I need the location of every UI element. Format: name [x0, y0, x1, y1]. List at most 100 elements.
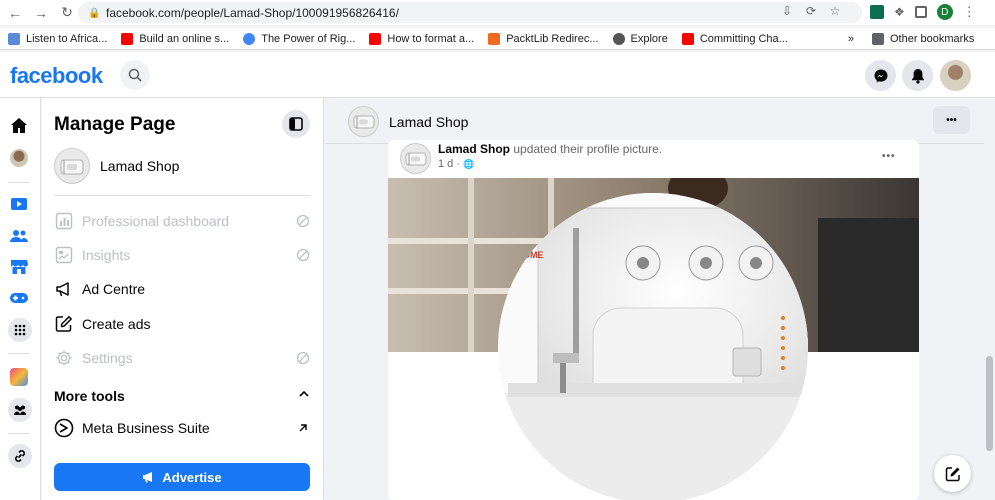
bookmark-item[interactable]: Explore	[612, 30, 668, 48]
youtube-icon	[369, 32, 382, 45]
post-time[interactable]: 1 d ·	[438, 158, 460, 170]
facebook-logo[interactable]: facebook	[10, 63, 103, 89]
page-header: Lamad Shop •••	[325, 98, 984, 144]
rail-divider	[8, 433, 30, 434]
people-group-icon[interactable]	[8, 398, 32, 422]
post-author[interactable]: Lamad Shop	[438, 142, 510, 156]
collapse-panel-icon[interactable]	[282, 110, 310, 138]
page-selector[interactable]: Lamad Shop	[54, 148, 179, 184]
watch-icon[interactable]	[8, 194, 30, 216]
dashboard-icon	[54, 211, 74, 231]
account-avatar[interactable]	[940, 60, 971, 91]
globe-icon: 🌐	[463, 159, 475, 169]
bookmark-item[interactable]: Build an online s...	[121, 30, 229, 48]
post-meta: 1 d · 🌐	[438, 158, 474, 170]
megaphone-icon	[54, 279, 74, 299]
messenger-icon[interactable]	[865, 60, 896, 91]
rail-divider	[8, 182, 30, 183]
globe-icon	[612, 32, 625, 45]
advertise-button[interactable]: Advertise	[54, 463, 310, 491]
link-icon[interactable]	[8, 444, 32, 468]
profile-avatar-icon[interactable]	[8, 147, 30, 169]
bookmark-item[interactable]: PacktLib Redirec...	[488, 30, 599, 48]
megaphone-icon	[143, 472, 153, 483]
notifications-bell-icon[interactable]	[902, 60, 933, 91]
menu-grid-icon[interactable]	[8, 318, 32, 342]
post-card: Lamad Shop updated their profile picture…	[388, 140, 919, 500]
other-bookmarks-folder[interactable]: Other bookmarks	[871, 30, 974, 48]
packt-icon	[488, 32, 501, 45]
page-avatar[interactable]	[348, 106, 379, 137]
bookmarks-bar: Listen to Africa... Build an online s...…	[0, 28, 995, 50]
marketplace-icon[interactable]	[8, 256, 30, 278]
reload-icon[interactable]: ↻	[56, 2, 78, 24]
scrollbar[interactable]	[984, 98, 995, 500]
edit-box-icon	[54, 314, 74, 334]
post-action-text: updated their profile picture.	[513, 142, 663, 156]
youtube-icon	[681, 32, 694, 45]
unavailable-icon	[296, 248, 310, 262]
compose-message-icon[interactable]	[934, 455, 971, 492]
meta-business-suite-icon	[54, 418, 74, 438]
more-bookmarks-button[interactable]: »	[848, 30, 854, 48]
rail-divider	[8, 353, 30, 354]
insights-icon	[54, 245, 74, 265]
extension-icon[interactable]	[870, 5, 884, 19]
google-icon	[243, 32, 256, 45]
address-bar[interactable]: 🔒 facebook.com/people/Lamad-Shop/1000919…	[78, 2, 862, 23]
lock-icon: 🔒	[88, 7, 101, 19]
main-content: Lamad Shop ••• Lamad Shop updated their …	[325, 98, 984, 500]
menu-ad-centre[interactable]: Ad Centre	[54, 274, 310, 304]
share-icon[interactable]: ⟳	[804, 4, 818, 18]
shortcut-game-icon[interactable]	[8, 366, 30, 388]
folder-icon	[871, 32, 884, 45]
browser-toolbar: ← → ↻ 🔒 facebook.com/people/Lamad-Shop/1…	[0, 0, 995, 25]
profile-avatar[interactable]: D	[936, 4, 953, 20]
unavailable-icon	[296, 214, 310, 228]
bookmark-item[interactable]: The Power of Rig...	[243, 30, 355, 48]
bookmark-item[interactable]: How to format a...	[369, 30, 474, 48]
extensions-area: ❖ D ⋮	[870, 4, 976, 20]
gear-icon	[54, 348, 74, 368]
bookmark-star-icon[interactable]: ☆	[828, 4, 842, 18]
url-text: facebook.com/people/Lamad-Shop/100091956…	[106, 5, 399, 20]
install-icon[interactable]: ⇩	[780, 4, 794, 18]
panel-title: Manage Page	[54, 114, 176, 135]
more-tools-heading[interactable]: More tools	[54, 388, 125, 404]
external-link-icon	[299, 424, 307, 432]
cover-photo[interactable]: OME	[388, 178, 919, 500]
page-header-title[interactable]: Lamad Shop	[389, 114, 468, 130]
bookmark-item[interactable]: Listen to Africa...	[8, 30, 107, 48]
scrollbar-thumb[interactable]	[986, 356, 993, 451]
menu-create-ads[interactable]: Create ads	[54, 309, 310, 339]
gaming-icon[interactable]	[8, 287, 30, 309]
menu-settings[interactable]: Settings	[54, 343, 310, 373]
page-more-button[interactable]: •••	[933, 106, 970, 134]
forward-icon[interactable]: →	[30, 2, 52, 24]
page-name: Lamad Shop	[100, 158, 180, 174]
kebab-menu-icon[interactable]: ⋮	[963, 4, 976, 20]
menu-meta-business-suite[interactable]: Meta Business Suite	[54, 413, 310, 443]
puzzle-icon[interactable]: ❖	[894, 5, 905, 19]
unavailable-icon	[296, 351, 310, 365]
post-author-avatar[interactable]	[400, 143, 431, 174]
post-headline: Lamad Shop updated their profile picture…	[438, 142, 662, 156]
search-icon[interactable]	[120, 60, 150, 90]
bookmark-item[interactable]: Committing Cha...	[681, 30, 788, 48]
facebook-header: facebook	[0, 52, 995, 98]
back-icon[interactable]: ←	[4, 2, 26, 24]
address-actions: ⇩ ⟳ ☆	[780, 4, 842, 18]
youtube-icon	[121, 32, 134, 45]
manage-page-panel: Manage Page Lamad Shop Professional dash…	[42, 98, 324, 500]
menu-insights[interactable]: Insights	[54, 240, 310, 270]
bookmark-favicon-icon	[8, 32, 20, 45]
home-icon[interactable]	[8, 114, 30, 136]
chevron-up-icon[interactable]	[298, 388, 310, 400]
post-options-button[interactable]: •••	[882, 146, 896, 162]
menu-professional-dashboard[interactable]: Professional dashboard	[54, 206, 310, 236]
groups-icon[interactable]	[8, 225, 30, 247]
page-avatar	[54, 148, 90, 184]
left-icon-rail	[0, 98, 41, 500]
sidepanel-icon[interactable]	[914, 6, 927, 18]
panel-divider	[54, 195, 310, 196]
